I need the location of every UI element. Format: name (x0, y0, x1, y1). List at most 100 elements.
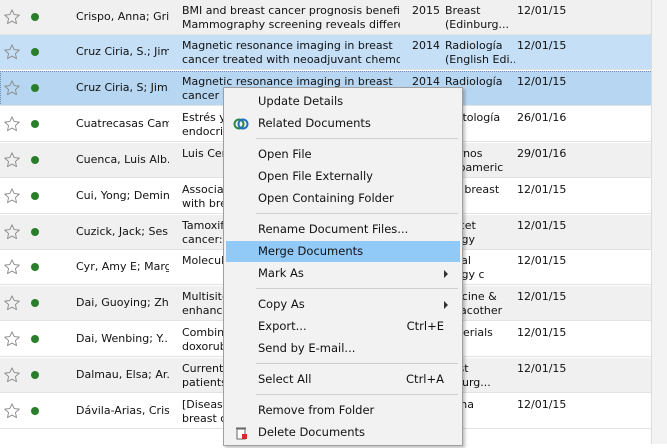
year-cell: 2014 (412, 39, 440, 52)
menu-separator (256, 394, 458, 395)
star-icon[interactable] (3, 187, 21, 205)
menu-separator (256, 363, 458, 364)
publication-line: Radiología (445, 39, 503, 52)
year-cell: 2015 (412, 4, 440, 17)
publication-cell: Radiología (English Edi... (445, 39, 515, 67)
menu-item-merge-documents[interactable]: Merge Documents (226, 241, 460, 262)
menu-item-open-file-externally[interactable]: Open File Externally (226, 166, 460, 187)
row-divider (0, 69, 667, 70)
publication-cell: Breast (Edinburg... (445, 4, 515, 32)
menu-item-shortcut: Ctrl+A (406, 372, 444, 386)
trash-icon (233, 425, 249, 441)
star-icon[interactable] (3, 402, 21, 420)
title-cell: Magnetic resonance imaging in breast canc… (182, 39, 400, 67)
read-status-icon (31, 371, 39, 379)
menu-item-label: Merge Documents (258, 244, 364, 258)
menu-item-copy-as[interactable]: Copy As (226, 294, 460, 315)
authors-cell: Cui, Yong; Demin... (76, 189, 169, 202)
authors-cell: Dávila-Arias, Crist... (76, 404, 169, 417)
title-line: BMI and breast cancer prognosis benefit: (182, 4, 400, 17)
star-icon[interactable] (3, 330, 21, 348)
publication-line: (Edinburg... (445, 18, 510, 31)
authors-cell: Cruz Ciria, S; Jim... (76, 81, 169, 94)
menu-item-label: Delete Documents (258, 425, 366, 439)
star-icon[interactable] (3, 223, 21, 241)
date-added-cell: 12/01/15 (517, 4, 567, 17)
menu-separator (256, 288, 458, 289)
authors-cell: Dai, Wenbing; Y... (76, 332, 169, 345)
title-line: cancer treated with neoadjuvant chemo... (182, 53, 400, 66)
menu-item-label: Copy As (258, 297, 305, 311)
submenu-arrow-icon (444, 270, 448, 278)
table-row[interactable]: Cruz Ciria, S.; Jim... Magnetic resonance… (0, 35, 667, 70)
menu-item-label: Remove from Folder (258, 403, 375, 417)
menu-item-update-details[interactable]: Update Details (226, 91, 460, 112)
star-icon[interactable] (3, 8, 21, 26)
title-cell: BMI and breast cancer prognosis benefit:… (182, 4, 400, 32)
authors-cell: Dalmau, Elsa; Ar... (76, 368, 169, 381)
star-icon[interactable] (3, 366, 21, 384)
authors-cell: Cuzick, Jack; Ses... (76, 225, 169, 238)
date-added-cell: 12/01/15 (517, 39, 567, 52)
read-status-icon (31, 192, 39, 200)
date-added-cell: 12/01/15 (517, 290, 567, 303)
menu-item-rename-document-files[interactable]: Rename Document Files... (226, 219, 460, 240)
authors-cell: Cuatrecasas Cam... (76, 117, 169, 130)
date-added-cell: 12/01/15 (517, 362, 567, 375)
read-status-icon (31, 13, 39, 21)
authors-cell: Cruz Ciria, S.; Jim... (76, 45, 169, 58)
date-added-cell: 12/01/15 (517, 326, 567, 339)
authors-cell: Crispo, Anna; Gri... (76, 10, 169, 23)
menu-item-label: Rename Document Files... (258, 222, 409, 236)
menu-item-label: Open File (258, 147, 312, 161)
star-icon[interactable] (3, 294, 21, 312)
menu-item-shortcut: Ctrl+E (406, 319, 444, 333)
menu-item-select-all[interactable]: Select All Ctrl+A (226, 369, 460, 390)
publication-line: Breast (445, 4, 481, 17)
read-status-icon (31, 84, 39, 92)
menu-item-label: Update Details (258, 94, 344, 108)
date-added-cell: 26/01/16 (517, 111, 567, 124)
date-added-cell: 12/01/15 (517, 219, 567, 232)
read-status-icon (31, 407, 39, 415)
menu-item-open-file[interactable]: Open File (226, 144, 460, 165)
publication-line: (English Edi... (445, 53, 515, 66)
read-status-icon (31, 335, 39, 343)
read-status-icon (31, 263, 39, 271)
menu-item-label: Open Containing Folder (258, 191, 394, 205)
date-added-cell: 12/01/15 (517, 254, 567, 267)
star-icon[interactable] (3, 43, 21, 61)
menu-separator (256, 138, 458, 139)
menu-item-label: Related Documents (258, 116, 371, 130)
submenu-arrow-icon (444, 301, 448, 309)
star-icon[interactable] (3, 115, 21, 133)
authors-cell: Dai, Guoying; Zh... (76, 296, 169, 309)
table-row[interactable]: Crispo, Anna; Gri... BMI and breast cance… (0, 0, 667, 35)
menu-item-label: Select All (258, 372, 312, 386)
menu-item-mark-as[interactable]: Mark As (226, 263, 460, 284)
authors-cell: Cyr, Amy E; Marg... (76, 260, 169, 273)
menu-item-remove-from-folder[interactable]: Remove from Folder (226, 400, 460, 421)
menu-item-label: Mark As (258, 266, 304, 280)
star-icon[interactable] (3, 151, 21, 169)
read-status-icon (31, 299, 39, 307)
read-status-icon (31, 120, 39, 128)
title-line: Magnetic resonance imaging in breast (182, 39, 393, 52)
menu-item-label: Send by E-mail... (258, 341, 356, 355)
date-added-cell: 29/01/16 (517, 147, 567, 160)
menu-item-export[interactable]: Export... Ctrl+E (226, 316, 460, 337)
read-status-icon (31, 48, 39, 56)
menu-item-delete-documents[interactable]: Delete Documents (226, 422, 460, 443)
date-added-cell: 12/01/15 (517, 398, 567, 411)
star-icon[interactable] (3, 79, 21, 97)
menu-item-label: Export... (258, 319, 307, 333)
context-menu: Update Details Related Documents Open Fi… (223, 87, 463, 446)
menu-item-related-documents[interactable]: Related Documents (226, 113, 460, 134)
title-line: Mammography screening reveals differe... (182, 18, 400, 31)
menu-separator (256, 213, 458, 214)
authors-cell: Cuenca, Luis Alb... (76, 153, 169, 166)
menu-item-send-by-email[interactable]: Send by E-mail... (226, 338, 460, 359)
menu-item-open-containing-folder[interactable]: Open Containing Folder (226, 188, 460, 209)
star-icon[interactable] (3, 258, 21, 276)
vertical-scrollbar[interactable] (651, 0, 667, 444)
